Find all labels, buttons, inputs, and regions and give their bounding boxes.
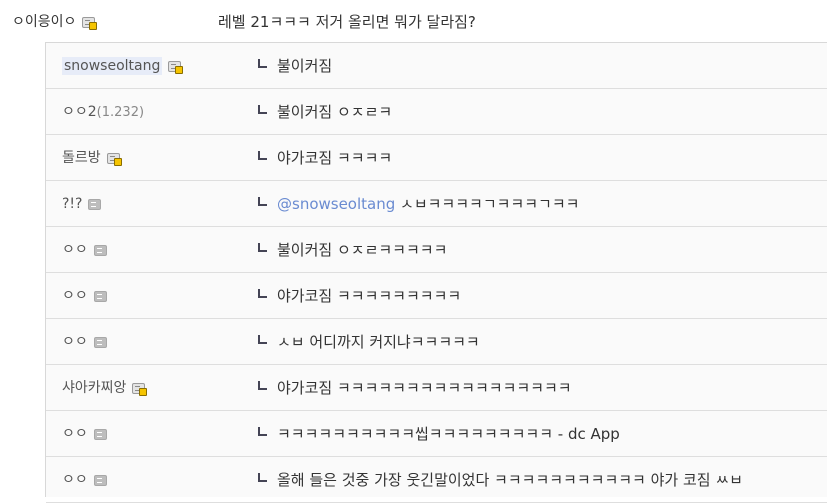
reply-text: 불이커짐 <box>277 57 333 75</box>
reply-author-name[interactable]: ㅇㅇ <box>62 426 88 442</box>
reply-author-name[interactable]: 샤아카찌앙 <box>62 380 126 396</box>
reply-text: ㅋㅋㅋㅋㅋㅋㅋㅋㅋㅋ씹ㅋㅋㅋㅋㅋㅋㅋㅋㅋ - dc App <box>277 425 620 443</box>
reply-author-name[interactable]: ㅇㅇ <box>62 288 88 304</box>
reply-text: ㅅㅂ 어디까지 커지냐ㅋㅋㅋㅋㅋ <box>277 333 480 351</box>
half-fixed-nick-icon <box>88 198 102 210</box>
reply-author[interactable]: ㅇㅇ2(1.232) <box>62 89 144 135</box>
reply-arrow-icon <box>258 289 267 298</box>
fixed-nick-icon <box>106 152 122 166</box>
reply-row: ㅇㅇ ㅅㅂ 어디까지 커지냐ㅋㅋㅋㅋㅋ <box>46 319 827 365</box>
reply-arrow-icon <box>258 243 267 252</box>
reply-author-name[interactable]: snowseoltang <box>62 57 163 75</box>
reply-row: ?!? @snowseoltang ㅅㅂㅋㅋㅋㅋㄱㅋㅋㅋㄱㅋㅋ <box>46 181 827 227</box>
reply-text: 야가코짐 ㅋㅋㅋㅋ <box>277 149 393 167</box>
half-fixed-nick-icon <box>93 336 107 348</box>
half-fixed-nick-icon <box>93 428 107 440</box>
reply-row: ㅇㅇ 불이커짐 ㅇㅈㄹㅋㅋㅋㅋㅋ <box>46 227 827 273</box>
reply-text: 올해 들은 것중 가장 웃긴말이었다 ㅋㅋㅋㅋㅋㅋㅋㅋㅋㅋㅋ 야가 코짐 ㅆㅂ <box>277 471 743 489</box>
reply-author[interactable]: 샤아카찌앙 <box>62 365 148 411</box>
reply-arrow-icon <box>258 381 267 390</box>
reply-text: 불이커짐 ㅇㅈㄹㅋ <box>277 103 393 121</box>
reply-author[interactable]: ?!? <box>62 181 102 227</box>
reply-author-ip: (1.232) <box>96 105 145 120</box>
fixed-nick-icon <box>82 16 98 30</box>
reply-author-name[interactable]: ?!? <box>62 196 82 212</box>
reply-row: ㅇㅇ 야가코짐 ㅋㅋㅋㅋㅋㅋㅋㅋㅋ <box>46 273 827 319</box>
reply-row: ㅇㅇ 올해 들은 것중 가장 웃긴말이었다 ㅋㅋㅋㅋㅋㅋㅋㅋㅋㅋㅋ 야가 코짐 … <box>46 457 827 503</box>
reply-arrow-icon <box>258 335 267 344</box>
half-fixed-nick-icon <box>93 244 107 256</box>
reply-author[interactable]: ㅇㅇ <box>62 227 107 273</box>
post-author-name[interactable]: ㅇ이응이ㅇ <box>12 14 76 30</box>
post-header: ㅇ이응이ㅇ 레벨 21ㅋㅋㅋ 저거 올리면 뭐가 달라짐? <box>0 0 827 42</box>
reply-author-name[interactable]: ㅇㅇ2 <box>62 104 97 120</box>
reply-author[interactable]: 돌르방 <box>62 135 122 181</box>
reply-row: 돌르방 야가코짐 ㅋㅋㅋㅋ <box>46 135 827 181</box>
reply-text: @snowseoltang ㅅㅂㅋㅋㅋㅋㄱㅋㅋㅋㄱㅋㅋ <box>277 181 579 227</box>
reply-row: snowseoltang 불이커짐 <box>46 43 827 89</box>
reply-author-name[interactable]: ㅇㅇ <box>62 242 88 258</box>
reply-author-name[interactable]: ㅇㅇ <box>62 334 88 350</box>
reply-text-body: ㅅㅂㅋㅋㅋㅋㄱㅋㅋㅋㄱㅋㅋ <box>395 195 580 213</box>
reply-row: 샤아카찌앙 야가코짐 ㅋㅋㅋㅋㅋㅋㅋㅋㅋㅋㅋㅋㅋㅋㅋㅋㅋ <box>46 365 827 411</box>
half-fixed-nick-icon <box>93 474 107 486</box>
reply-text: 야가코짐 ㅋㅋㅋㅋㅋㅋㅋㅋㅋ <box>277 287 462 305</box>
post-author[interactable]: ㅇ이응이ㅇ <box>12 11 98 31</box>
reply-author[interactable]: snowseoltang <box>62 43 184 89</box>
reply-arrow-icon <box>258 59 267 68</box>
post-title[interactable]: 레벨 21ㅋㅋㅋ 저거 올리면 뭐가 달라짐? <box>218 11 476 32</box>
reply-arrow-icon <box>258 427 267 436</box>
reply-author-name[interactable]: ㅇㅇ <box>62 472 88 488</box>
reply-text: 불이커짐 ㅇㅈㄹㅋㅋㅋㅋㅋ <box>277 241 448 259</box>
reply-author[interactable]: ㅇㅇ <box>62 273 107 319</box>
reply-arrow-icon <box>258 151 267 160</box>
reply-arrow-icon <box>258 473 267 482</box>
reply-arrow-icon <box>258 105 267 114</box>
reply-arrow-icon <box>258 197 267 206</box>
reply-list: snowseoltang 불이커짐 ㅇㅇ2(1.232) 불이커짐 ㅇㅈㄹㅋ 돌… <box>45 42 827 503</box>
half-fixed-nick-icon <box>93 290 107 302</box>
fixed-nick-icon <box>168 60 184 74</box>
reply-author[interactable]: ㅇㅇ <box>62 319 107 365</box>
reply-row: ㅇㅇ ㅋㅋㅋㅋㅋㅋㅋㅋㅋㅋ씹ㅋㅋㅋㅋㅋㅋㅋㅋㅋ - dc App <box>46 411 827 457</box>
reply-row: ㅇㅇ2(1.232) 불이커짐 ㅇㅈㄹㅋ <box>46 89 827 135</box>
reply-text: 야가코짐 ㅋㅋㅋㅋㅋㅋㅋㅋㅋㅋㅋㅋㅋㅋㅋㅋㅋ <box>277 379 572 397</box>
reply-author[interactable]: ㅇㅇ <box>62 411 107 457</box>
reply-mention[interactable]: @snowseoltang <box>277 195 395 213</box>
fixed-nick-icon <box>132 382 148 396</box>
reply-author-name[interactable]: 돌르방 <box>62 150 101 166</box>
reply-author[interactable]: ㅇㅇ <box>62 457 107 503</box>
